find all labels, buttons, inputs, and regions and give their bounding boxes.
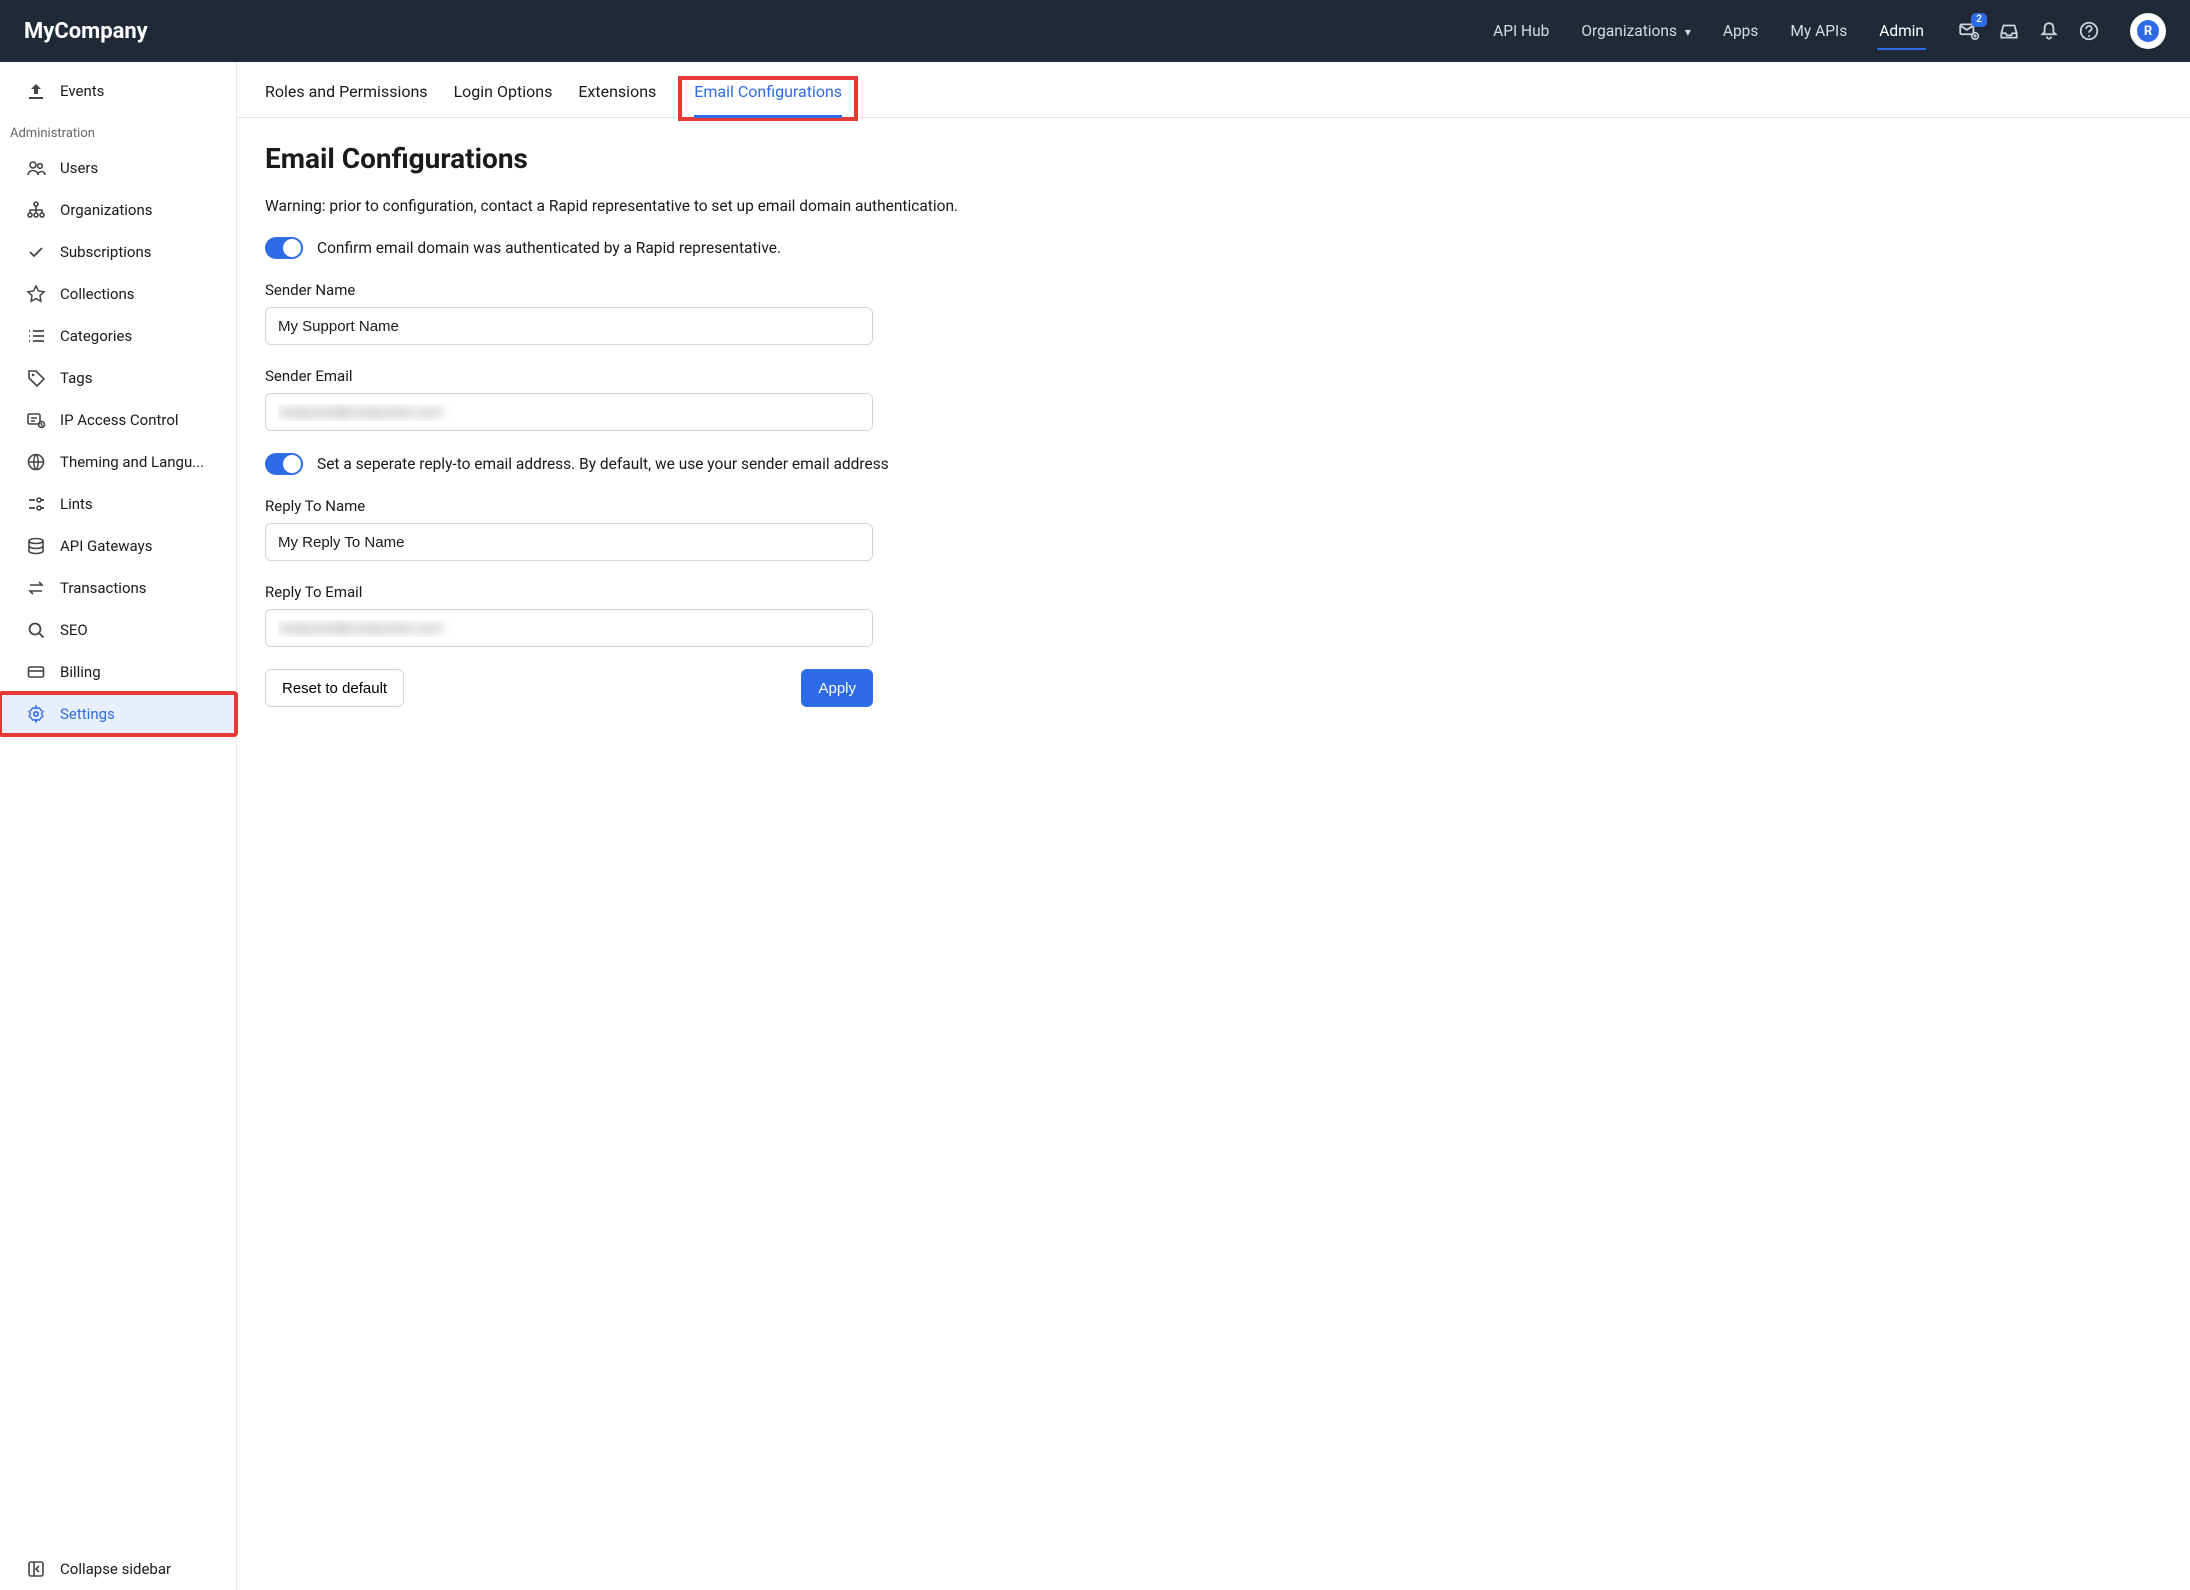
tab-login-options[interactable]: Login Options	[454, 80, 553, 117]
tag-icon	[26, 368, 46, 388]
replyto-email-input[interactable]	[265, 609, 873, 647]
sidebar-item-label: Categories	[60, 327, 132, 345]
sidebar-item-label: Lints	[60, 495, 93, 513]
main: Roles and Permissions Login Options Exte…	[237, 62, 2190, 1590]
sidebar-section-administration: Administration	[0, 112, 236, 147]
bell-icon[interactable]	[2038, 20, 2060, 42]
avatar[interactable]: R	[2130, 13, 2166, 49]
message-settings-icon[interactable]: 2	[1958, 20, 1980, 42]
users-icon	[26, 158, 46, 178]
apply-button[interactable]: Apply	[801, 669, 873, 707]
globe-icon	[26, 452, 46, 472]
sidebar: Events Administration Users Organization…	[0, 62, 237, 1590]
sender-name-input[interactable]	[265, 307, 873, 345]
sidebar-item-label: API Gateways	[60, 537, 152, 555]
sender-email-input[interactable]	[265, 393, 873, 431]
ip-access-icon	[26, 410, 46, 430]
tab-email-configurations[interactable]: Email Configurations	[678, 76, 858, 121]
brand-logo[interactable]: MyCompany	[24, 19, 148, 44]
reset-button[interactable]: Reset to default	[265, 669, 404, 707]
warning-text: Warning: prior to configuration, contact…	[265, 197, 1129, 215]
sender-email-label: Sender Email	[265, 367, 1129, 385]
database-icon	[26, 536, 46, 556]
nav-admin[interactable]: Admin	[1877, 4, 1926, 58]
sidebar-item-categories[interactable]: Categories	[0, 315, 236, 357]
nav-my-apis[interactable]: My APIs	[1788, 4, 1849, 58]
top-nav: API Hub Organizations ▾ Apps My APIs Adm…	[1491, 4, 1926, 58]
confirm-domain-toggle[interactable]	[265, 237, 303, 259]
sidebar-item-label: IP Access Control	[60, 411, 179, 429]
sidebar-item-label: Billing	[60, 663, 101, 681]
sender-name-label: Sender Name	[265, 281, 1129, 299]
sidebar-item-label: SEO	[60, 621, 88, 639]
sidebar-item-transactions[interactable]: Transactions	[0, 567, 236, 609]
collapse-icon	[26, 1559, 46, 1579]
sidebar-item-settings[interactable]: Settings	[0, 693, 236, 735]
sidebar-item-ip-access[interactable]: IP Access Control	[0, 399, 236, 441]
sidebar-item-api-gateways[interactable]: API Gateways	[0, 525, 236, 567]
sidebar-item-organizations[interactable]: Organizations	[0, 189, 236, 231]
sidebar-item-label: Settings	[60, 705, 115, 723]
replyto-name-input[interactable]	[265, 523, 873, 561]
sidebar-item-label: Collapse sidebar	[60, 1560, 171, 1578]
upload-icon	[26, 81, 46, 101]
sidebar-item-label: Collections	[60, 285, 135, 303]
sidebar-item-collections[interactable]: Collections	[0, 273, 236, 315]
card-icon	[26, 662, 46, 682]
sidebar-item-lints[interactable]: Lints	[0, 483, 236, 525]
sidebar-item-label: Tags	[60, 369, 92, 387]
confirm-domain-label: Confirm email domain was authenticated b…	[317, 239, 781, 257]
check-icon	[26, 242, 46, 262]
header: MyCompany API Hub Organizations ▾ Apps M…	[0, 0, 2190, 62]
sidebar-item-label: Theming and Langu...	[60, 453, 204, 471]
page-title: Email Configurations	[265, 142, 1129, 175]
tabs: Roles and Permissions Login Options Exte…	[237, 62, 2190, 118]
sidebar-collapse[interactable]: Collapse sidebar	[0, 1548, 236, 1590]
sidebar-item-users[interactable]: Users	[0, 147, 236, 189]
sidebar-item-theming[interactable]: Theming and Langu...	[0, 441, 236, 483]
nav-organizations-label: Organizations	[1581, 22, 1677, 40]
sidebar-item-label: Events	[60, 82, 104, 100]
gear-icon	[26, 704, 46, 724]
search-icon	[26, 620, 46, 640]
notification-badge: 2	[1971, 13, 1987, 27]
sidebar-item-seo[interactable]: SEO	[0, 609, 236, 651]
list-icon	[26, 326, 46, 346]
lints-icon	[26, 494, 46, 514]
nav-api-hub[interactable]: API Hub	[1491, 4, 1551, 58]
replyto-toggle-label: Set a seperate reply-to email address. B…	[317, 455, 889, 473]
transactions-icon	[26, 578, 46, 598]
header-icons: 2 R	[1958, 13, 2166, 49]
sidebar-item-subscriptions[interactable]: Subscriptions	[0, 231, 236, 273]
chevron-down-icon: ▾	[1685, 25, 1691, 39]
tab-extensions[interactable]: Extensions	[578, 80, 656, 117]
replyto-toggle[interactable]	[265, 453, 303, 475]
replyto-name-label: Reply To Name	[265, 497, 1129, 515]
help-icon[interactable]	[2078, 20, 2100, 42]
sidebar-item-events[interactable]: Events	[0, 70, 236, 112]
sidebar-item-label: Organizations	[60, 201, 153, 219]
nav-organizations[interactable]: Organizations ▾	[1579, 4, 1693, 58]
star-icon	[26, 284, 46, 304]
sidebar-item-label: Subscriptions	[60, 243, 151, 261]
nav-apps[interactable]: Apps	[1721, 4, 1761, 58]
sidebar-item-label: Transactions	[60, 579, 147, 597]
sidebar-item-tags[interactable]: Tags	[0, 357, 236, 399]
sidebar-item-billing[interactable]: Billing	[0, 651, 236, 693]
sidebar-item-label: Users	[60, 159, 98, 177]
inbox-icon[interactable]	[1998, 20, 2020, 42]
replyto-email-label: Reply To Email	[265, 583, 1129, 601]
org-icon	[26, 200, 46, 220]
tab-roles[interactable]: Roles and Permissions	[265, 80, 428, 117]
